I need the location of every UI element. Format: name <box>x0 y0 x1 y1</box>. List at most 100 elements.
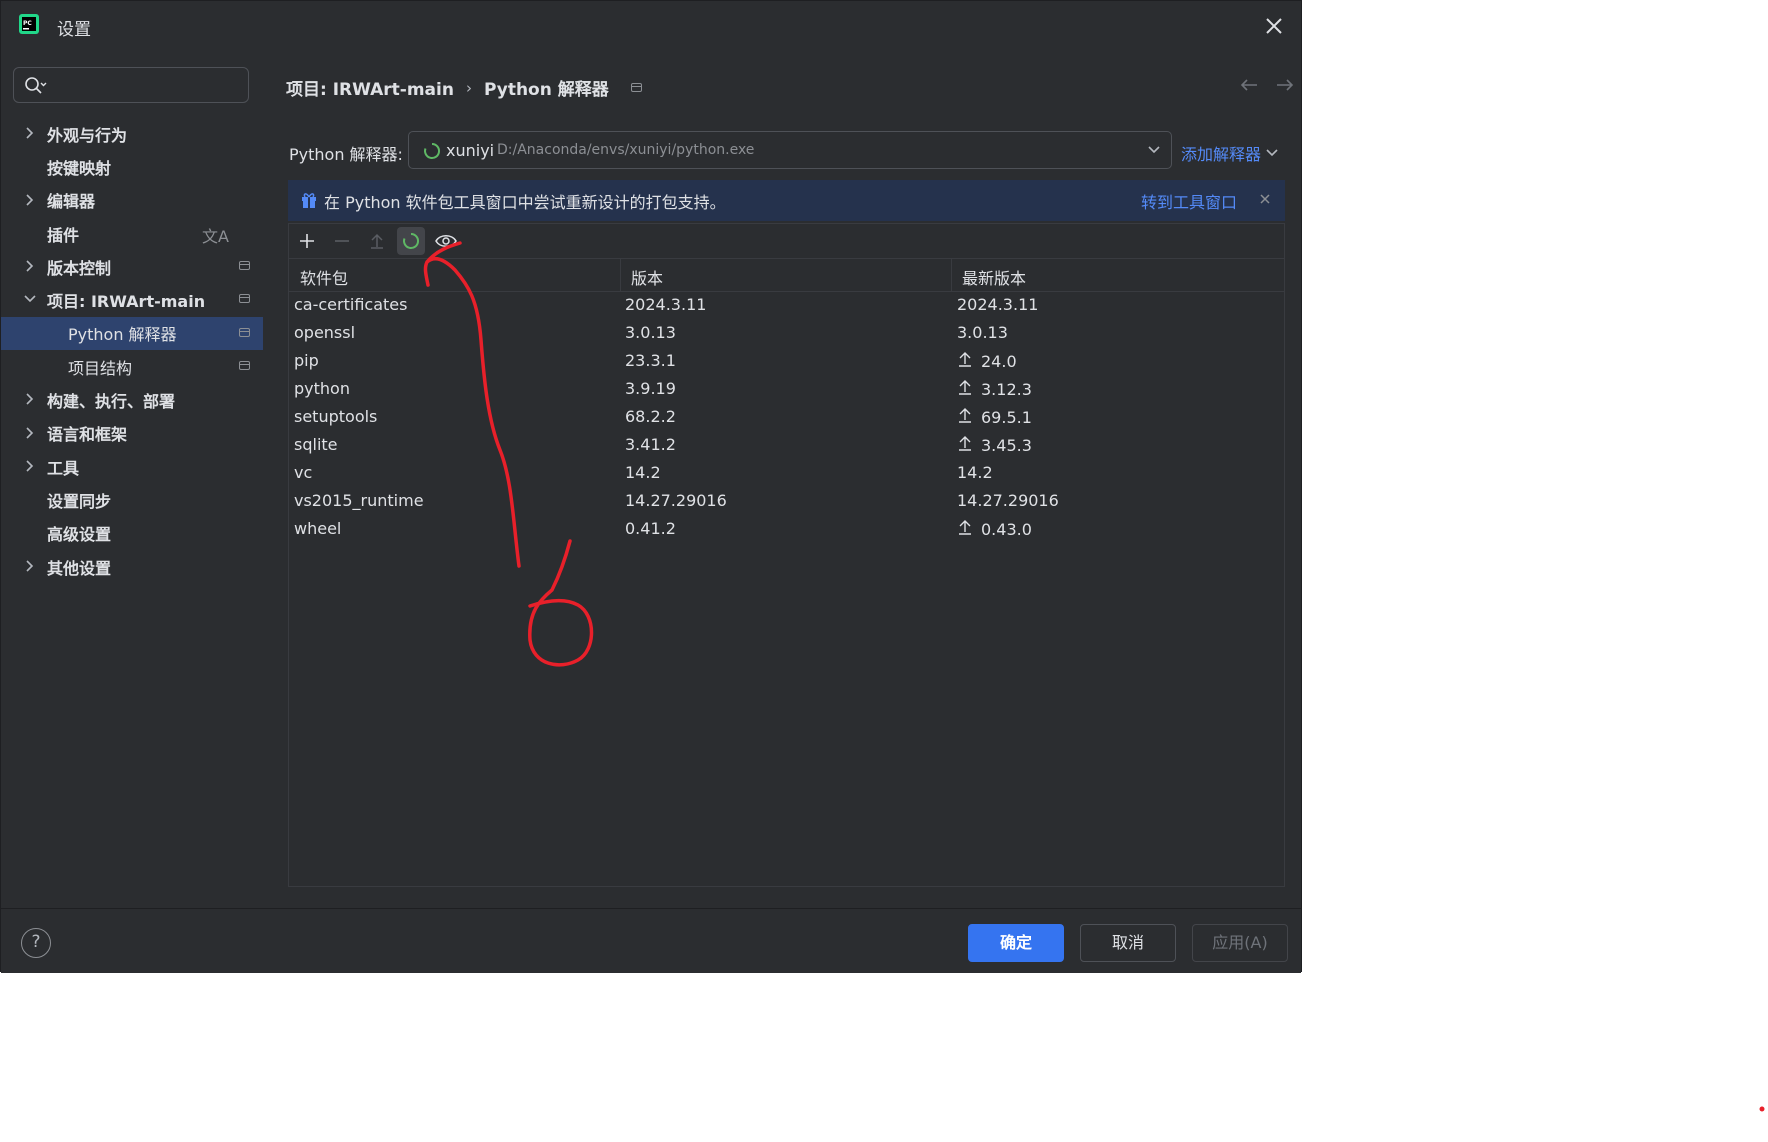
package-latest: 0.43.0 <box>957 519 1032 539</box>
package-name: vc <box>294 463 313 482</box>
table-row[interactable]: openssl 3.0.13 3.0.13 <box>289 320 1284 348</box>
settings-sidebar: 外观与行为按键映射编辑器 插件 文A 版本控制 项目: IRWArt-main Pytho… <box>1 53 263 908</box>
chevron-right-icon[interactable] <box>23 392 37 406</box>
chevron-right-icon[interactable] <box>23 426 37 440</box>
show-early-releases-button[interactable] <box>432 227 460 255</box>
column-header-latest[interactable]: 最新版本 <box>962 265 1026 289</box>
chevron-down-icon[interactable] <box>23 292 37 306</box>
project-scope-icon <box>239 361 250 371</box>
table-row[interactable]: python 3.9.19 3.12.3 <box>289 376 1284 404</box>
sidebar-item[interactable]: 项目: IRWArt-main <box>1 283 263 316</box>
cancel-button[interactable]: 取消 <box>1080 924 1176 962</box>
table-row[interactable]: sqlite 3.41.2 3.45.3 <box>289 432 1284 460</box>
packages-table-body: ca-certificates 2024.3.11 2024.3.11 openssl… <box>289 292 1284 544</box>
forward-arrow-icon[interactable] <box>1275 77 1295 93</box>
latest-version-text: 14.2 <box>957 463 993 482</box>
sidebar-item-label: 设置同步 <box>47 491 112 511</box>
svg-text:PC: PC <box>23 20 32 27</box>
package-latest: 2024.3.11 <box>957 295 1038 314</box>
column-header-package[interactable]: 软件包 <box>300 265 348 289</box>
table-row[interactable]: pip 23.3.1 24.0 <box>289 348 1284 376</box>
package-latest: 3.45.3 <box>957 435 1032 455</box>
project-scope-icon <box>630 83 642 92</box>
chevron-right-icon[interactable] <box>23 126 37 140</box>
chevron-right-icon[interactable] <box>23 559 37 573</box>
latest-version-text: 24.0 <box>981 352 1017 371</box>
window-title: 设置 <box>57 20 91 40</box>
latest-version-text: 2024.3.11 <box>957 295 1039 314</box>
project-scope-icon <box>239 294 250 304</box>
dialog-footer: ? 确定 取消 应用(A) <box>1 908 1301 973</box>
add-interpreter-button[interactable]: 添加解释器 <box>1181 141 1279 165</box>
sidebar-item-label: 工具 <box>47 458 80 478</box>
upgrade-package-button[interactable] <box>363 227 391 255</box>
latest-version-text: 3.12.3 <box>981 380 1032 399</box>
project-scope-icon <box>239 327 250 337</box>
interpreter-label: Python 解释器: <box>289 145 403 164</box>
sidebar-item[interactable]: 工具 <box>1 450 263 483</box>
package-version: 0.41.2 <box>625 519 676 538</box>
interpreter-name: xuniyi <box>446 140 495 160</box>
close-icon[interactable] <box>1258 192 1272 206</box>
package-name: openssl <box>294 323 356 342</box>
breadcrumb-project[interactable]: 项目: IRWArt-main <box>286 75 454 100</box>
help-button[interactable]: ? <box>21 928 51 958</box>
back-arrow-icon[interactable] <box>1239 77 1259 93</box>
table-row[interactable]: vs2015_runtime 14.27.29016 14.27.29016 <box>289 488 1284 516</box>
ok-button[interactable]: 确定 <box>968 924 1064 962</box>
package-latest: 3.12.3 <box>957 379 1032 399</box>
column-header-version[interactable]: 版本 <box>631 265 663 289</box>
sidebar-item[interactable]: 外观与行为 <box>1 117 263 150</box>
table-row[interactable]: wheel 0.41.2 0.43.0 <box>289 516 1284 544</box>
go-to-tool-window-link[interactable]: 转到工具窗口 <box>1141 189 1237 213</box>
breadcrumb-separator: › <box>465 78 472 97</box>
sidebar-item[interactable]: 语言和框架 <box>1 417 263 450</box>
column-divider[interactable] <box>620 258 621 291</box>
column-divider[interactable] <box>951 258 952 291</box>
chevron-down-icon <box>1266 149 1278 157</box>
latest-version-text: 14.27.29016 <box>957 491 1059 510</box>
chevron-right-icon[interactable] <box>23 459 37 473</box>
chevron-right-icon[interactable] <box>23 193 37 207</box>
latest-version-text: 0.43.0 <box>981 520 1032 539</box>
main-panel: 项目: IRWArt-main › Python 解释器 Python 解释器:… <box>263 53 1301 908</box>
package-name: pip <box>294 351 319 370</box>
sidebar-item-label: 外观与行为 <box>47 125 128 145</box>
packages-panel: 软件包 版本 最新版本 ca-certificates 2024.3.11 2024… <box>288 223 1285 887</box>
chevron-right-icon[interactable] <box>23 259 37 273</box>
table-row[interactable]: vc 14.2 14.2 <box>289 460 1284 488</box>
uninstall-package-button[interactable] <box>328 227 356 255</box>
package-version: 3.41.2 <box>625 435 676 454</box>
sidebar-item-label: 按键映射 <box>47 158 112 178</box>
settings-search-input[interactable] <box>13 67 249 103</box>
apply-button[interactable]: 应用(A) <box>1192 924 1288 962</box>
translate-icon[interactable]: 文A <box>202 223 229 247</box>
close-icon[interactable] <box>1261 13 1287 39</box>
package-latest: 14.27.29016 <box>957 491 1059 510</box>
package-name: wheel <box>294 519 342 538</box>
pycharm-logo-icon: PC <box>19 14 39 34</box>
install-package-button[interactable] <box>293 227 321 255</box>
info-banner: 在 Python 软件包工具窗口中尝试重新设计的打包支持。 转到工具窗口 <box>288 180 1285 221</box>
sidebar-item[interactable]: 版本控制 <box>1 250 263 283</box>
sidebar-item[interactable]: 插件 文A <box>1 217 263 250</box>
sidebar-item[interactable]: 高级设置 <box>1 517 263 550</box>
sidebar-item[interactable]: Python 解释器 <box>1 316 263 351</box>
sidebar-item[interactable]: 构建、执行、部署 <box>1 383 263 416</box>
refresh-button[interactable] <box>397 227 425 255</box>
table-row[interactable]: ca-certificates 2024.3.11 2024.3.11 <box>289 292 1284 320</box>
table-row[interactable]: setuptools 68.2.2 69.5.1 <box>289 404 1284 432</box>
sidebar-item[interactable]: 设置同步 <box>1 483 263 516</box>
package-name: python <box>294 379 350 398</box>
package-version: 14.27.29016 <box>625 491 727 510</box>
package-latest: 14.2 <box>957 463 993 482</box>
sidebar-item[interactable]: 其他设置 <box>1 550 263 583</box>
interpreter-dropdown[interactable]: xuniyi D:/Anaconda/envs/xuniyi/python.ex… <box>408 131 1172 169</box>
sidebar-item[interactable]: 按键映射 <box>1 150 263 183</box>
latest-version-text: 3.45.3 <box>981 436 1032 455</box>
package-name: setuptools <box>294 407 378 426</box>
sidebar-item[interactable]: 项目结构 <box>1 350 263 383</box>
sidebar-item[interactable]: 编辑器 <box>1 184 263 217</box>
package-version: 2024.3.11 <box>625 295 707 314</box>
title-bar: PC 设置 <box>1 1 1301 54</box>
